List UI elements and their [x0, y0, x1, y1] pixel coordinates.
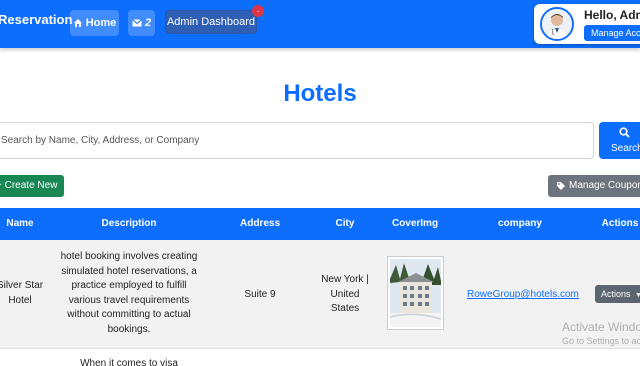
- header-coverimg: CoverImg: [391, 218, 439, 229]
- hotel-cover-image: [387, 256, 444, 330]
- header-company: company: [498, 218, 542, 229]
- envelope-icon: [132, 19, 142, 27]
- header-description: Description: [101, 218, 157, 229]
- admin-avatar: [540, 7, 574, 41]
- home-icon: [73, 19, 82, 27]
- header-actions: Actions: [601, 218, 639, 229]
- hotel-address-cell: Suite 9: [244, 289, 276, 300]
- header-address: Address: [239, 218, 280, 229]
- hotel-name-cell: Silver Star Hotel: [0, 280, 44, 306]
- header-city: City: [335, 218, 355, 229]
- next-row-description: When it comes to visa: [80, 358, 178, 366]
- caret-down-icon: ▼: [635, 292, 640, 299]
- notification-badge: ..: [252, 5, 264, 17]
- manage-coupons-button[interactable]: Manage Coupons: [548, 175, 640, 197]
- activate-windows-subtext: Go to Settings to activate Windows.: [562, 336, 640, 346]
- actions-dropdown-button[interactable]: Actions ▼: [595, 285, 640, 303]
- user-photo-icon: [542, 9, 572, 39]
- home-button[interactable]: Home: [70, 10, 119, 36]
- greeting-text: Hello, Admin: [584, 8, 640, 22]
- create-new-button[interactable]: + Create New: [0, 175, 64, 197]
- brand-title[interactable]: Reservation: [0, 12, 72, 27]
- search-button-label: Search: [611, 143, 640, 154]
- top-navbar: Reservation Home 2 Admin Dashboard .. He…: [0, 0, 640, 48]
- table-header: Name Description Address City CoverImg c…: [0, 208, 640, 240]
- admin-dashboard-button[interactable]: Admin Dashboard: [165, 10, 257, 34]
- search-icon: [619, 127, 630, 138]
- company-email-link[interactable]: RoweGroup@hotels.com: [467, 289, 579, 300]
- page: Reservation Home 2 Admin Dashboard .. He…: [0, 0, 640, 366]
- home-label: Home: [85, 17, 117, 29]
- manage-coupons-label: Manage Coupons: [569, 180, 640, 191]
- page-title: Hotels: [283, 80, 357, 107]
- activate-windows-watermark: Activate Windows: [562, 320, 640, 334]
- messages-button[interactable]: 2: [128, 10, 155, 36]
- actions-label: Actions: [601, 289, 631, 299]
- manage-account-button[interactable]: Manage Account: [584, 25, 640, 41]
- header-name: Name: [6, 218, 34, 229]
- messages-count: 2: [144, 17, 152, 29]
- hotel-description-cell: hotel booking involves creating simulate…: [60, 251, 198, 335]
- hotel-photo-icon: [389, 259, 442, 327]
- hotel-city-cell: New York | United States: [321, 274, 369, 314]
- account-card: Hello, Admin Manage Account: [534, 4, 640, 44]
- search-input[interactable]: Search by Name, City, Address, or Compan…: [0, 122, 594, 159]
- search-button[interactable]: Search: [599, 122, 640, 159]
- tag-icon: [557, 182, 565, 190]
